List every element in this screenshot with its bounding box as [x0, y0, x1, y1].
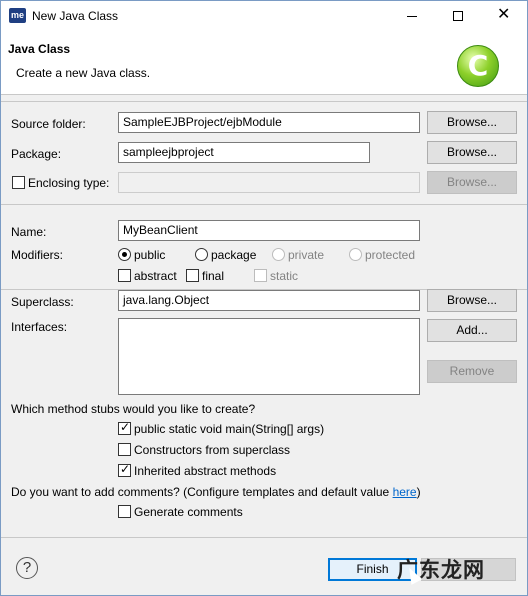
package-label: Package:: [11, 147, 62, 161]
final-label: final: [202, 269, 225, 283]
help-icon[interactable]: ?: [16, 557, 38, 579]
minimize-button[interactable]: [389, 1, 435, 31]
superclass-input[interactable]: java.lang.Object: [118, 290, 420, 311]
class-name-input[interactable]: MyBeanClient: [118, 220, 420, 241]
public-radio[interactable]: [118, 248, 131, 261]
maximize-icon: [453, 11, 463, 21]
static-label: static: [270, 269, 299, 283]
interfaces-list[interactable]: [118, 318, 420, 395]
private-radio: [272, 248, 285, 261]
inherited-methods-label: Inherited abstract methods: [134, 464, 277, 478]
source-folder-label: Source folder:: [11, 117, 86, 131]
modifiers-label: Modifiers:: [11, 248, 64, 262]
close-icon: ✕: [497, 6, 511, 23]
configure-templates-link[interactable]: here: [393, 485, 417, 499]
page-title: Java Class: [8, 42, 71, 56]
enclosing-type-checkbox[interactable]: [12, 176, 25, 189]
package-modifier-label: package: [211, 248, 257, 262]
private-label: private: [288, 248, 325, 262]
static-checkbox: [254, 269, 267, 282]
protected-label: protected: [365, 248, 416, 262]
superclass-label: Superclass:: [11, 295, 74, 309]
minimize-icon: [407, 16, 417, 17]
enclosing-type-input: [118, 172, 420, 193]
final-checkbox[interactable]: [186, 269, 199, 282]
comments-question: Do you want to add comments? (Configure …: [11, 485, 421, 499]
package-input[interactable]: sampleejbproject: [118, 142, 370, 163]
public-label: public: [134, 248, 166, 262]
page-description: Create a new Java class.: [16, 66, 151, 80]
package-radio[interactable]: [195, 248, 208, 261]
class-icon-letter: C: [467, 49, 489, 82]
remove-interface-button: Remove: [427, 360, 517, 383]
separator: [1, 537, 527, 538]
abstract-checkbox[interactable]: [118, 269, 131, 282]
add-interface-button[interactable]: Add...: [427, 319, 517, 342]
constructors-label: Constructors from superclass: [134, 443, 291, 457]
app-icon: me: [9, 8, 26, 23]
separator: [1, 204, 527, 205]
inherited-methods-checkbox[interactable]: [118, 462, 131, 477]
close-button[interactable]: ✕: [481, 1, 527, 31]
separator: [1, 101, 527, 102]
package-browse-button[interactable]: Browse...: [427, 141, 517, 164]
comments-close-paren: ): [416, 485, 421, 499]
protected-radio: [349, 248, 362, 261]
method-stubs-question: Which method stubs would you like to cre…: [11, 402, 256, 416]
name-label: Name:: [11, 225, 47, 239]
title-bar[interactable]: me New Java Class ✕: [1, 1, 527, 31]
source-folder-input[interactable]: SampleEJBProject/ejbModule: [118, 112, 420, 133]
source-folder-browse-button[interactable]: Browse...: [427, 111, 517, 134]
java-class-icon: C: [457, 45, 499, 87]
main-method-label: public static void main(String[] args): [134, 422, 325, 436]
generate-comments-label: Generate comments: [134, 505, 243, 519]
generate-comments-checkbox[interactable]: [118, 505, 131, 518]
interfaces-label: Interfaces:: [11, 320, 68, 334]
enclosing-type-browse-button: Browse...: [427, 171, 517, 194]
constructors-checkbox[interactable]: [118, 443, 131, 456]
wizard-header: Java Class Create a new Java class. C: [1, 31, 527, 95]
main-method-checkbox[interactable]: [118, 420, 131, 435]
abstract-label: abstract: [134, 269, 177, 283]
superclass-browse-button[interactable]: Browse...: [427, 289, 517, 312]
new-java-class-dialog: me New Java Class ✕ Java Class Create a …: [0, 0, 528, 596]
window-title: New Java Class: [32, 9, 119, 23]
maximize-button[interactable]: [435, 1, 481, 31]
comments-question-text: Do you want to add comments? (Configure …: [11, 485, 393, 499]
enclosing-type-label: Enclosing type:: [28, 176, 110, 190]
